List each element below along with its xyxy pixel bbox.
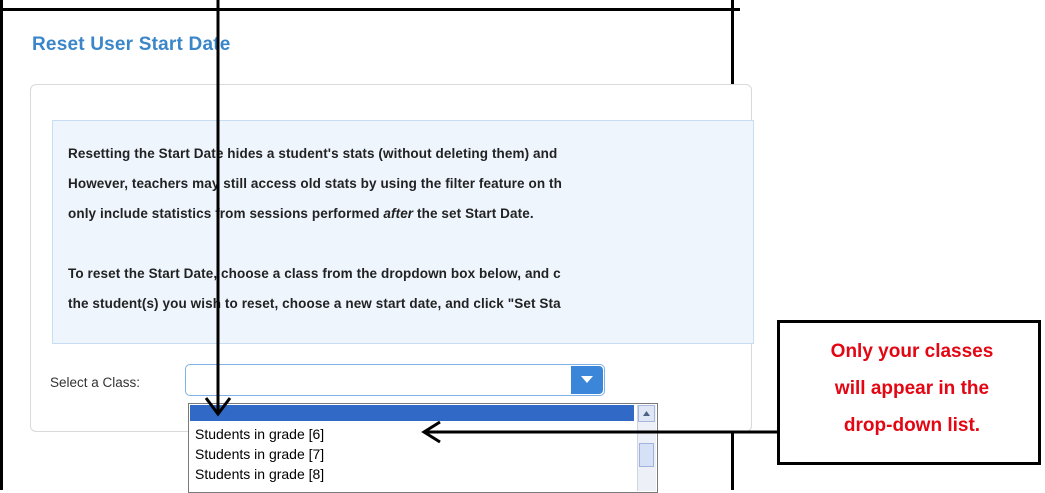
annotation-arrows (204, 0, 777, 444)
